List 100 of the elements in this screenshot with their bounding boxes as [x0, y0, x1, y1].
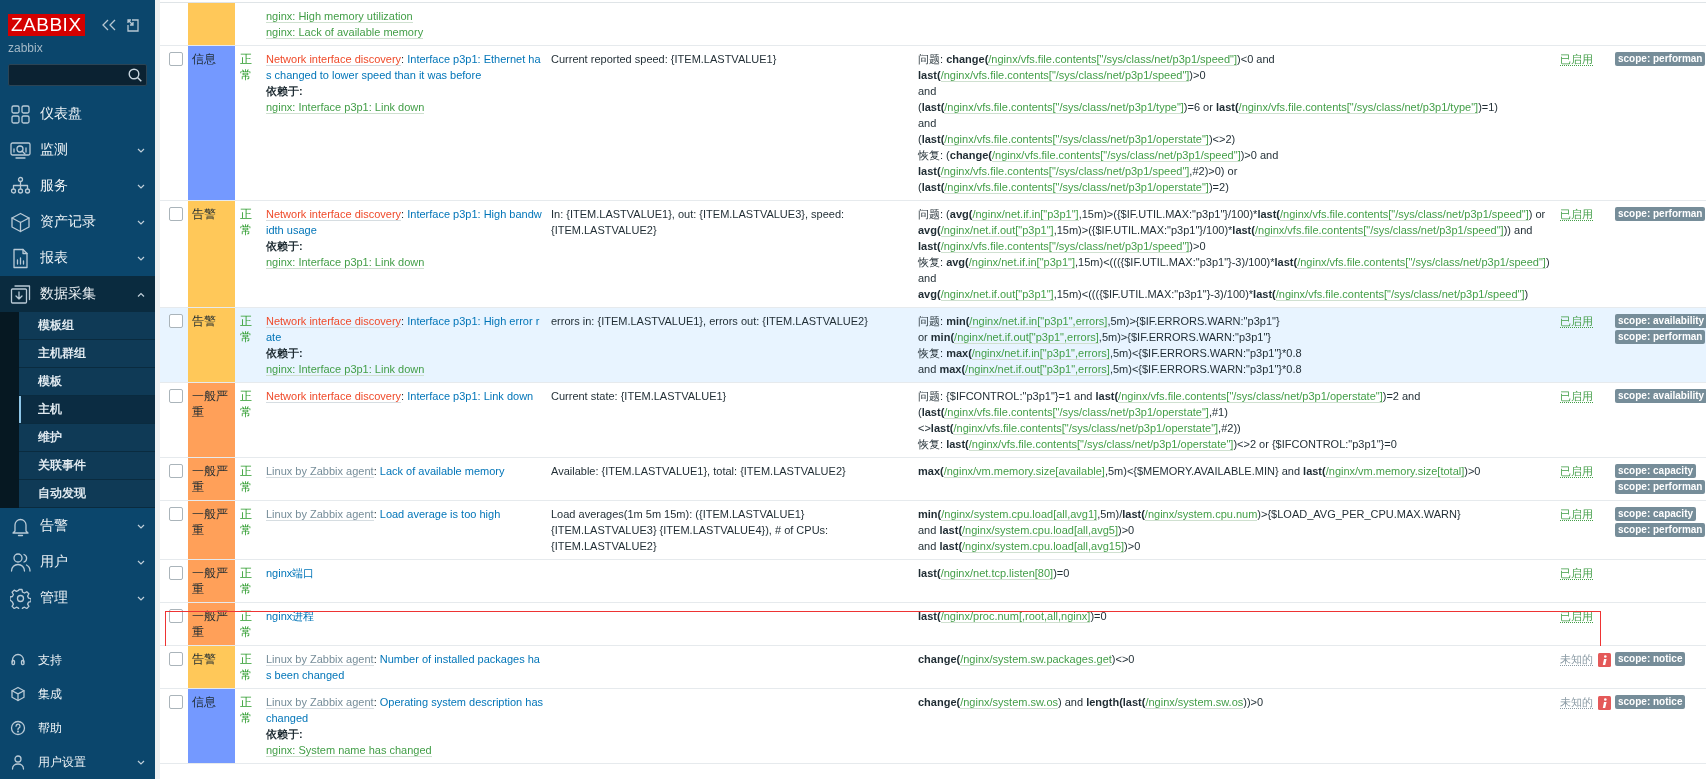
dependency-link[interactable]: nginx: Interface p3p1: Link down: [266, 363, 425, 376]
search-field[interactable]: [8, 64, 147, 86]
row-checkbox[interactable]: [169, 207, 183, 221]
info-icon[interactable]: [1598, 653, 1611, 667]
row-checkbox[interactable]: [169, 507, 183, 521]
submenu-item[interactable]: 维护: [19, 424, 155, 452]
tag[interactable]: scope: performan: [1615, 480, 1706, 494]
trigger-title[interactable]: Linux by Zabbix agent: Load average is too high: [266, 506, 544, 522]
item-key-link[interactable]: /nginx/vfs.file.contents["/sys/class/net/p3p1/speed"]: [1297, 256, 1546, 269]
item-key-link[interactable]: /nginx/system.sw.packages.get: [960, 653, 1112, 666]
trigger-status-link[interactable]: 未知的: [1560, 696, 1593, 709]
menu-item[interactable]: 集成: [0, 677, 155, 711]
row-checkbox[interactable]: [169, 566, 183, 580]
row-checkbox[interactable]: [169, 464, 183, 478]
item-key-link[interactable]: /nginx/net.tcp.listen[80]: [940, 567, 1054, 580]
row-checkbox[interactable]: [169, 652, 183, 666]
menu-item[interactable]: 管理: [0, 580, 155, 616]
item-key-link[interactable]: /nginx/proc.num[,root,all,nginx]: [940, 610, 1091, 623]
trigger-title[interactable]: nginx进程: [266, 608, 544, 624]
chevron-down-icon[interactable]: [137, 255, 145, 261]
item-key-link[interactable]: /nginx/vfs.file.contents["/sys/class/net/p3p1/operstate"]: [944, 133, 1209, 146]
tag[interactable]: scope: performan: [1615, 523, 1706, 537]
chevron-down-icon[interactable]: [137, 219, 145, 225]
row-checkbox[interactable]: [169, 695, 183, 709]
tag[interactable]: scope: availability: [1615, 314, 1706, 328]
trigger-status-link[interactable]: 已启用: [1560, 53, 1593, 66]
item-key-link[interactable]: /nginx/vfs.file.contents["/sys/class/net/p3p1/speed"]: [940, 165, 1190, 178]
item-key-link[interactable]: /nginx/vfs.file.contents["/sys/class/net/p3p1/operstate"]: [944, 181, 1209, 194]
tag[interactable]: scope: performan: [1615, 52, 1706, 66]
item-key-link[interactable]: /nginx/vfs.file.contents["/sys/class/net/p3p1/speed"]: [940, 69, 1190, 82]
collapse-icon[interactable]: [101, 19, 116, 31]
template-link[interactable]: Linux by Zabbix agent: [266, 508, 374, 521]
template-link[interactable]: Linux by Zabbix agent: [266, 465, 374, 478]
kiosk-mode-icon[interactable]: [126, 18, 139, 32]
menu-item[interactable]: 支持: [0, 643, 155, 677]
item-key-link[interactable]: /nginx/system.cpu.load[all,avg5]: [962, 524, 1118, 537]
trigger-status-link[interactable]: 已启用: [1560, 390, 1593, 403]
menu-item[interactable]: 帮助: [0, 711, 155, 745]
dependency-link[interactable]: nginx: Interface p3p1: Link down: [266, 256, 425, 269]
trigger-title[interactable]: Linux by Zabbix agent: Lack of available memory: [266, 463, 544, 479]
item-key-link[interactable]: /nginx/vfs.file.contents["/sys/class/net/p3p1/speed"]: [988, 53, 1238, 66]
tag[interactable]: scope: performan: [1615, 330, 1706, 344]
tag[interactable]: scope: capacity: [1615, 464, 1697, 478]
item-key-link[interactable]: /nginx/vfs.file.contents["/sys/class/net/p3p1/operstate"]: [968, 438, 1234, 451]
trigger-status-link[interactable]: 已启用: [1560, 508, 1593, 521]
menu-item[interactable]: 监测: [0, 132, 155, 168]
item-key-link[interactable]: /nginx/vfs.file.contents["/sys/class/net/p3p1/operstate"]: [944, 406, 1209, 419]
tag[interactable]: scope: performan: [1615, 207, 1706, 221]
dependency-link[interactable]: nginx: System name has changed: [266, 744, 432, 757]
item-key-link[interactable]: /nginx/system.cpu.load[all,avg1]: [941, 508, 1098, 521]
trigger-title[interactable]: Network interface discovery: Interface p3p1: Link down: [266, 388, 544, 404]
trigger-status-link[interactable]: 已启用: [1560, 567, 1593, 580]
item-key-link[interactable]: /nginx/system.cpu.load[all,avg15]: [962, 540, 1125, 553]
info-icon[interactable]: [1598, 696, 1611, 710]
item-key-link[interactable]: /nginx/net.if.out["p3p1"]: [940, 288, 1054, 301]
submenu-item[interactable]: 关联事件: [19, 452, 155, 480]
item-key-link[interactable]: /nginx/vm.memory.size[available]: [943, 465, 1105, 478]
trigger-title[interactable]: Linux by Zabbix agent: Operating system description has changed: [266, 694, 544, 726]
tag[interactable]: scope: notice: [1615, 652, 1686, 666]
row-checkbox[interactable]: [169, 314, 183, 328]
template-link[interactable]: Linux by Zabbix agent: [266, 696, 374, 709]
submenu-item[interactable]: 模板: [19, 368, 155, 396]
menu-item[interactable]: 资产记录: [0, 204, 155, 240]
trigger-status-link[interactable]: 已启用: [1560, 465, 1593, 478]
item-key-link[interactable]: /nginx/vfs.file.contents["/sys/class/net/p3p1/type"]: [944, 101, 1184, 114]
item-key-link[interactable]: /nginx/net.if.out["p3p1"]: [940, 224, 1054, 237]
item-key-link[interactable]: /nginx/vfs.file.contents["/sys/class/net/p3p1/speed"]: [991, 149, 1241, 162]
trigger-status-link[interactable]: 已启用: [1560, 610, 1593, 623]
submenu-item[interactable]: 模板组: [19, 312, 155, 340]
chevron-down-icon[interactable]: [137, 183, 145, 189]
menu-item[interactable]: 仪表盘: [0, 96, 155, 132]
item-key-link[interactable]: /nginx/vfs.file.contents["/sys/class/net/p3p1/speed"]: [1280, 208, 1529, 221]
logo[interactable]: ZABBIX: [8, 14, 85, 36]
item-key-link[interactable]: /nginx/vfs.file.contents["/sys/class/net/p3p1/speed"]: [1275, 288, 1525, 301]
chevron-down-icon[interactable]: [137, 523, 145, 529]
submenu-item[interactable]: 主机群组: [19, 340, 155, 368]
submenu-item[interactable]: 自动发现: [19, 480, 155, 508]
template-link[interactable]: Linux by Zabbix agent: [266, 653, 374, 666]
menu-item[interactable]: 报表: [0, 240, 155, 276]
item-key-link[interactable]: /nginx/vfs.file.contents["/sys/class/net/p3p1/type"]: [1238, 101, 1479, 114]
item-key-link[interactable]: /nginx/vm.memory.size[total]: [1325, 465, 1465, 478]
item-key-link[interactable]: /nginx/vfs.file.contents["/sys/class/net/p3p1/operstate"]: [1118, 390, 1383, 403]
item-key-link[interactable]: /nginx/system.sw.os: [960, 696, 1058, 709]
dependency-link[interactable]: nginx: Lack of available memory: [266, 26, 424, 39]
menu-item[interactable]: 服务: [0, 168, 155, 204]
trigger-title[interactable]: Network interface discovery: Interface p3p1: High bandwidth usage: [266, 206, 544, 238]
item-key-link[interactable]: /nginx/net.if.out["p3p1",errors]: [965, 363, 1110, 376]
trigger-title[interactable]: nginx端口: [266, 565, 544, 581]
trigger-status-link[interactable]: 已启用: [1560, 208, 1593, 221]
row-checkbox[interactable]: [169, 52, 183, 66]
dependency-link[interactable]: nginx: High memory utilization: [266, 10, 413, 23]
menu-item[interactable]: 用户: [0, 544, 155, 580]
menu-item[interactable]: 数据采集: [0, 276, 155, 312]
menu-item[interactable]: 告警: [0, 508, 155, 544]
item-key-link[interactable]: /nginx/net.if.in["p3p1"]: [968, 256, 1076, 269]
item-key-link[interactable]: /nginx/vfs.file.contents["/sys/class/net/p3p1/speed"]: [940, 240, 1190, 253]
trigger-title[interactable]: Linux by Zabbix agent: Number of installed packages has been changed: [266, 651, 544, 683]
submenu-item[interactable]: 主机: [19, 396, 155, 424]
menu-item[interactable]: 用户设置: [0, 745, 155, 779]
row-checkbox[interactable]: [169, 389, 183, 403]
